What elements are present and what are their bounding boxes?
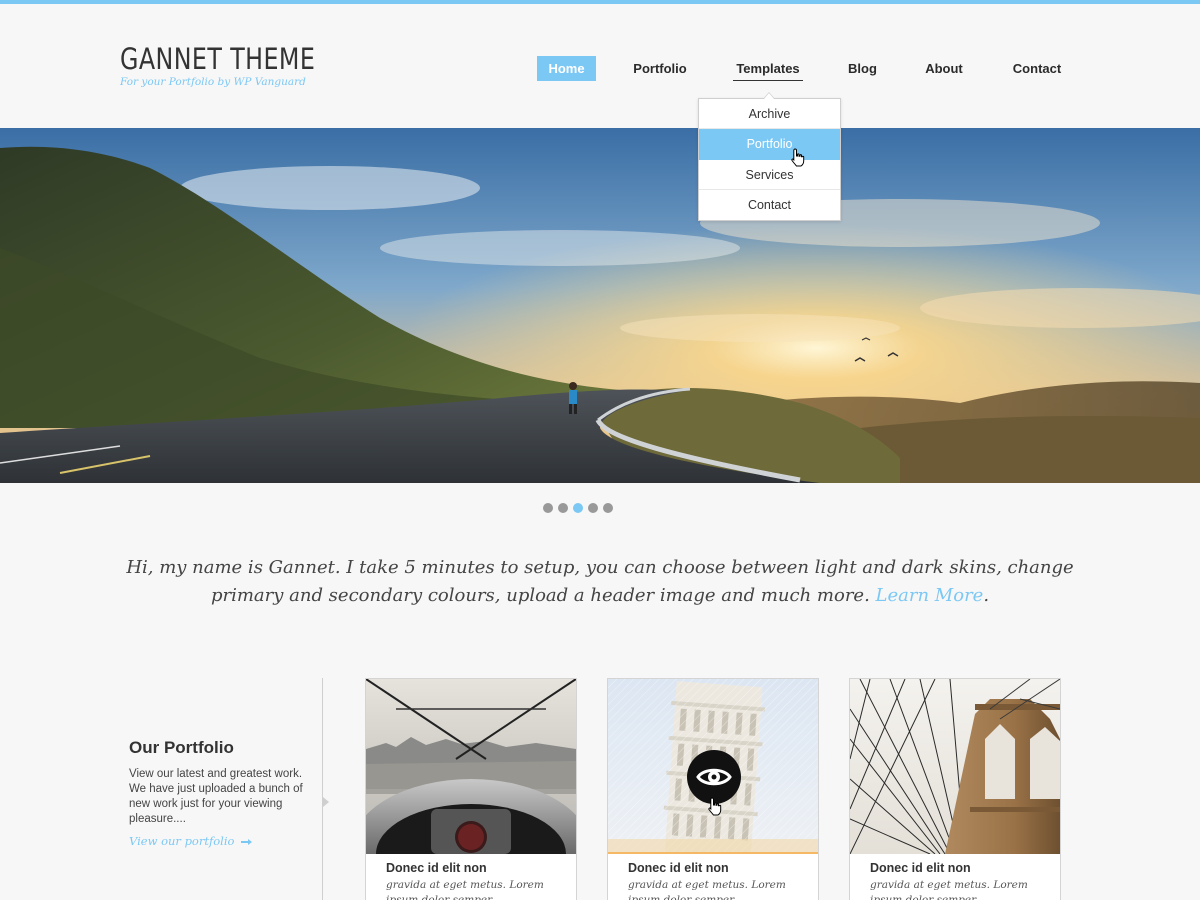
hand-pointer-icon [708, 797, 722, 816]
slider-dot-1[interactable] [543, 503, 553, 513]
city-viewer-illustration [366, 679, 576, 854]
portfolio-card-title-3[interactable]: Donec id elit non [870, 861, 971, 875]
view-portfolio-link[interactable]: View our portfolio [129, 834, 253, 848]
slider-dot-2[interactable] [558, 503, 568, 513]
slider-dot-5[interactable] [603, 503, 613, 513]
portfolio-card-title-1[interactable]: Donec id elit non [386, 861, 487, 875]
portfolio-card-image-3[interactable] [850, 679, 1060, 854]
portfolio-card-desc-3: gravida at eget metus. Lorem ipsum dolor… [870, 879, 1028, 900]
arrow-right-icon [241, 839, 253, 845]
dropdown-item-contact[interactable]: Contact [699, 190, 840, 220]
nav-home[interactable]: Home [537, 56, 596, 81]
portfolio-description: View our latest and greatest work. We ha… [129, 768, 303, 825]
dropdown-item-portfolio[interactable]: Portfolio [699, 129, 840, 160]
portfolio-card-3[interactable]: Donec id elit non gravida at eget metus.… [849, 678, 1061, 900]
portfolio-card-2[interactable]: Donec id elit non gravida at eget metus.… [607, 678, 819, 900]
nav-portfolio[interactable]: Portfolio [625, 56, 695, 81]
dropdown-item-archive[interactable]: Archive [699, 99, 840, 129]
hero-landscape-illustration [0, 128, 1200, 483]
slider-dot-4[interactable] [588, 503, 598, 513]
templates-dropdown: Archive Portfolio Services Contact [698, 92, 841, 221]
intro-line-2: primary and secondary colours, upload a … [120, 582, 1080, 610]
nav-contact[interactable]: Contact [1006, 56, 1068, 81]
intro-period: . [983, 585, 990, 606]
top-accent-bar [0, 0, 1200, 4]
learn-more-link[interactable]: Learn More [876, 585, 984, 606]
hand-pointer-icon [791, 148, 805, 167]
portfolio-card-image-1[interactable] [366, 679, 576, 854]
nav-about[interactable]: About [918, 56, 970, 81]
intro-line-1: Hi, my name is Gannet. I take 5 minutes … [126, 557, 1074, 578]
nav-templates[interactable]: Templates [731, 56, 805, 81]
intro-line-2-text: primary and secondary colours, upload a … [210, 585, 870, 606]
main-nav: Home Portfolio Templates Blog About Cont… [0, 56, 1200, 82]
hero-slider-image [0, 128, 1200, 483]
nav-blog[interactable]: Blog [840, 56, 885, 81]
slider-dot-3[interactable] [573, 503, 583, 513]
portfolio-card-desc-2: gravida at eget metus. Lorem ipsum dolor… [628, 879, 786, 900]
card-hover-accent [608, 852, 818, 854]
eye-icon [696, 768, 732, 786]
view-project-button[interactable] [687, 750, 741, 804]
portfolio-card-1[interactable]: Donec id elit non gravida at eget metus.… [365, 678, 577, 900]
view-portfolio-label: View our portfolio [129, 834, 235, 848]
portfolio-divider [322, 678, 323, 900]
bridge-illustration [850, 679, 1060, 854]
portfolio-card-title-2[interactable]: Donec id elit non [628, 861, 729, 875]
dropdown-item-services[interactable]: Services [699, 160, 840, 190]
portfolio-heading: Our Portfolio [129, 738, 234, 757]
portfolio-card-desc-1: gravida at eget metus. Lorem ipsum dolor… [386, 879, 544, 900]
divider-arrow [323, 797, 329, 807]
intro-text: Hi, my name is Gannet. I take 5 minutes … [120, 554, 1080, 610]
